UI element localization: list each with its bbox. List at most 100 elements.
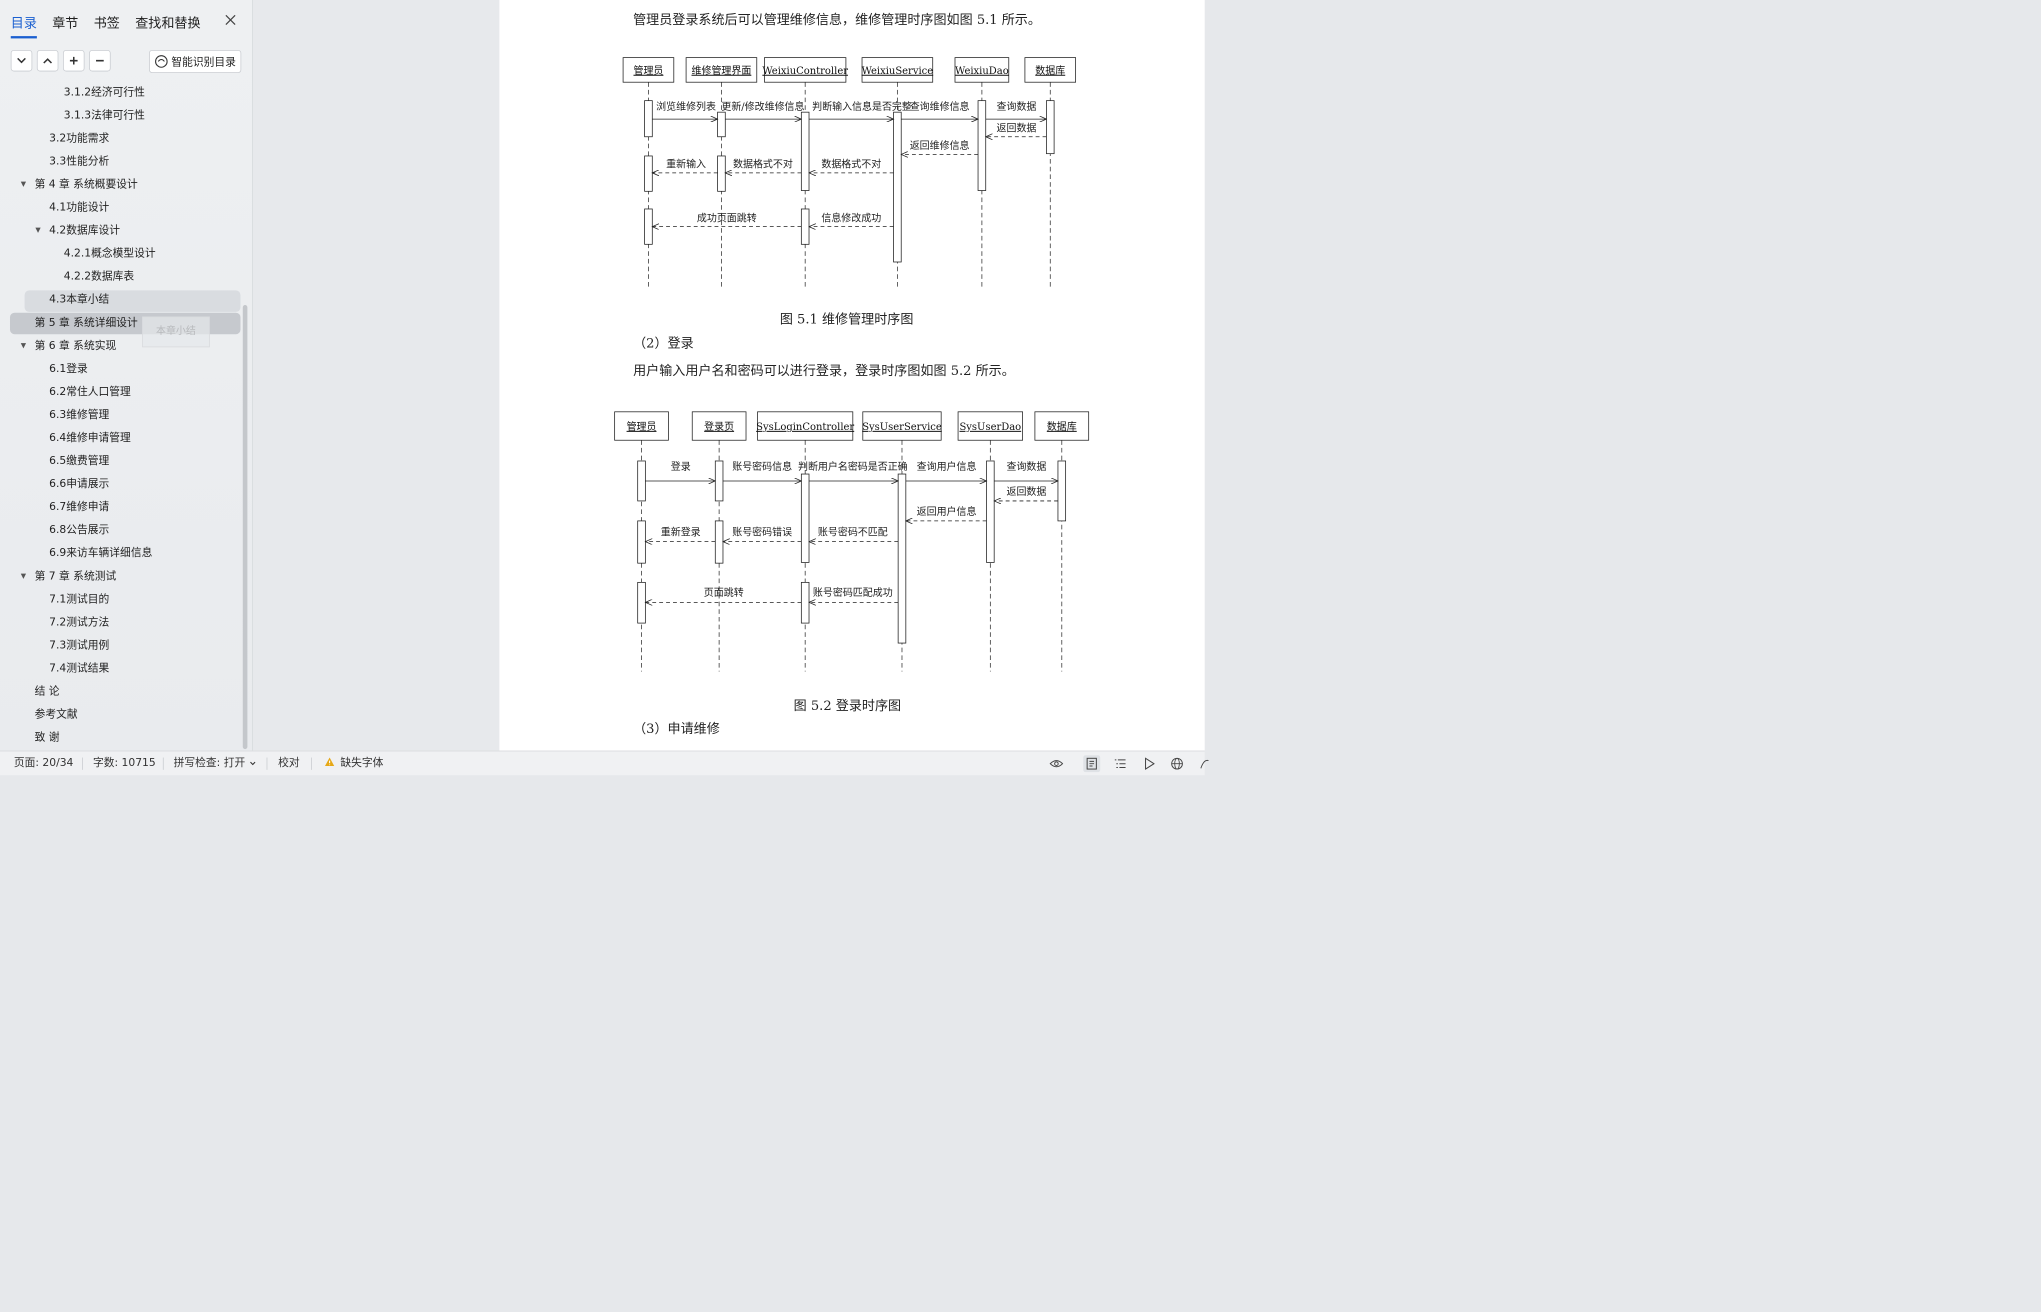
globe-icon[interactable] (1169, 755, 1186, 772)
eye-icon[interactable] (1048, 755, 1065, 772)
toc-item[interactable]: 7.3测试用例 (0, 635, 240, 655)
chevron-down-icon (17, 57, 26, 64)
expand-triangle-icon[interactable]: ▼ (21, 336, 26, 356)
toc-item[interactable]: 6.3维修管理 (0, 405, 240, 425)
play-icon[interactable] (1141, 755, 1158, 772)
message-label: 账号密码信息 (732, 460, 792, 473)
lifeline-label: SysUserDao (959, 422, 1021, 433)
message-label: 返回用户信息 (917, 505, 977, 518)
toc-sidebar: 目录 章节 书签 查找和替换 智能识别目录 3.1.2经济可行性 3.1.3法律可… (0, 0, 253, 751)
zoom-icon[interactable] (1195, 755, 1212, 772)
collapse-all-button[interactable] (10, 49, 33, 72)
toc-item-label: 7.2测试方法 (49, 616, 110, 629)
toc-item[interactable]: 6.4维修申请管理 (0, 428, 240, 448)
toc-item-label: 第 6 章 系统实现 (34, 339, 117, 352)
toc-item[interactable]: 6.5缴费管理 (0, 451, 240, 471)
toc-item[interactable]: 4.2.2数据库表 (0, 267, 240, 287)
toc-item-label: 3.2功能需求 (49, 132, 110, 145)
toc-item-label: 结 论 (34, 685, 60, 698)
word-count[interactable]: 字数: 10715 (93, 751, 156, 775)
toc-item-label: 致 谢 (34, 731, 60, 744)
sidebar-scrollbar[interactable] (242, 305, 248, 750)
toc-item-label: 6.4维修申请管理 (49, 431, 131, 445)
message-label: 判断用户名密码是否正确 (798, 460, 908, 473)
toc-item-label: 6.8公告展示 (49, 523, 110, 537)
toc-item[interactable]: 7.4测试结果 (0, 658, 240, 678)
toc-item-label: 3.3性能分析 (49, 155, 110, 168)
toc-item-label: 6.5缴费管理 (49, 454, 110, 468)
activation-bar (714, 460, 724, 502)
toc-item-label: 7.4测试结果 (49, 662, 110, 675)
tab-find-replace[interactable]: 查找和替换 (135, 12, 200, 38)
lifeline-label: 登录页 (704, 420, 734, 433)
minus-icon (96, 59, 104, 62)
toc-item[interactable]: ▼ 4.2数据库设计 (0, 221, 240, 241)
toc-item-label: 6.7维修申请 (49, 500, 110, 514)
toc-item[interactable]: 3.1.2经济可行性 (0, 82, 240, 102)
toc-item[interactable]: 7.1测试目的 (0, 589, 240, 609)
activation-bar (986, 460, 995, 563)
toc-item[interactable]: 4.1功能设计 (0, 197, 240, 217)
expand-triangle-icon[interactable]: ▼ (35, 221, 40, 241)
toc-item-label: 6.3维修管理 (49, 408, 110, 422)
toc-item[interactable]: 3.3性能分析 (0, 151, 240, 171)
tab-chapters[interactable]: 章节 (52, 12, 78, 38)
message-label: 账号密码不匹配 (818, 526, 888, 539)
toc-item-label: 参考文献 (34, 708, 78, 721)
ai-toc-button[interactable]: 智能识别目录 (149, 49, 242, 73)
message-label: 查询数据 (1007, 460, 1047, 473)
message-label: 账号密码错误 (732, 526, 792, 539)
toc-item[interactable]: 3.2功能需求 (0, 128, 240, 148)
page-indicator[interactable]: 页面: 20/34 (14, 751, 74, 775)
canvas-gutter (252, 0, 500, 751)
toc-item[interactable]: 4.2.1概念模型设计 (0, 244, 240, 264)
expand-all-button[interactable] (36, 49, 59, 72)
lifeline-label: SysUserService (862, 422, 942, 433)
tab-bookmarks[interactable]: 书签 (94, 12, 120, 38)
status-bar: 页面: 20/34 字数: 10715 拼写检查: 打开 校对 缺失字体 (0, 750, 1209, 776)
activation-bar (637, 581, 646, 624)
toc-item[interactable]: 6.9来访车辆详细信息 (0, 543, 240, 563)
message-label: 账号密码匹配成功 (813, 586, 893, 599)
toc-item[interactable]: 3.1.3法律可行性 (0, 105, 240, 125)
toc-item[interactable]: 致 谢 (0, 728, 240, 748)
toc-item[interactable]: ▼ 第 4 章 系统概要设计 (0, 174, 240, 194)
toc-item[interactable]: 6.7维修申请 (0, 497, 240, 517)
toc-toolbar (10, 49, 111, 72)
toc-item-label: 6.9来访车辆详细信息 (49, 547, 153, 560)
activation-bar (1057, 460, 1067, 522)
spell-check-toggle[interactable]: 拼写检查: 打开 (174, 751, 256, 775)
toc-item[interactable]: 7.2测试方法 (0, 612, 240, 632)
message-label: 登录 (671, 460, 691, 473)
activation-bar (897, 473, 907, 644)
add-heading-button[interactable] (63, 49, 85, 72)
page-view-icon[interactable] (1083, 755, 1101, 773)
tab-toc[interactable]: 目录 (10, 12, 37, 39)
toc-item[interactable]: 6.1登录 (0, 359, 240, 379)
figure-caption: 图 5.2 登录时序图 (793, 698, 902, 714)
toc-item[interactable]: 6.2常住人口管理 (0, 382, 240, 402)
expand-triangle-icon[interactable]: ▼ (21, 174, 26, 194)
toc-item[interactable]: 结 论 (0, 681, 240, 701)
toc-item[interactable]: 6.8公告展示 (0, 520, 240, 540)
proofread-button[interactable]: 校对 (278, 751, 300, 775)
toc-item-label: 7.1测试目的 (49, 593, 110, 606)
expand-triangle-icon[interactable]: ▼ (21, 566, 26, 586)
toc-item[interactable]: ▼ 第 7 章 系统测试 (0, 566, 240, 586)
activation-bar (800, 473, 810, 563)
toc-item[interactable]: 6.6申请展示 (0, 474, 240, 494)
plus-icon (69, 56, 78, 65)
close-icon[interactable] (224, 14, 238, 28)
missing-font-button[interactable]: 缺失字体 (324, 751, 383, 775)
remove-heading-button[interactable] (89, 49, 111, 72)
lifeline-label: 管理员 (627, 420, 657, 433)
toc-item-label: 6.2常住人口管理 (49, 385, 131, 398)
activation-bar (637, 460, 646, 502)
outline-view-icon[interactable] (1112, 755, 1129, 772)
toc-item[interactable]: 4.3本章小结 (0, 290, 240, 310)
message-label: 返回数据 (1007, 485, 1047, 498)
toc-item-label: 4.2数据库设计 (49, 224, 121, 237)
toc-item-label: 第 4 章 系统概要设计 (34, 178, 138, 191)
toc-item[interactable]: 参考文献 (0, 705, 240, 725)
drag-ghost: 本章小结 (142, 316, 210, 348)
